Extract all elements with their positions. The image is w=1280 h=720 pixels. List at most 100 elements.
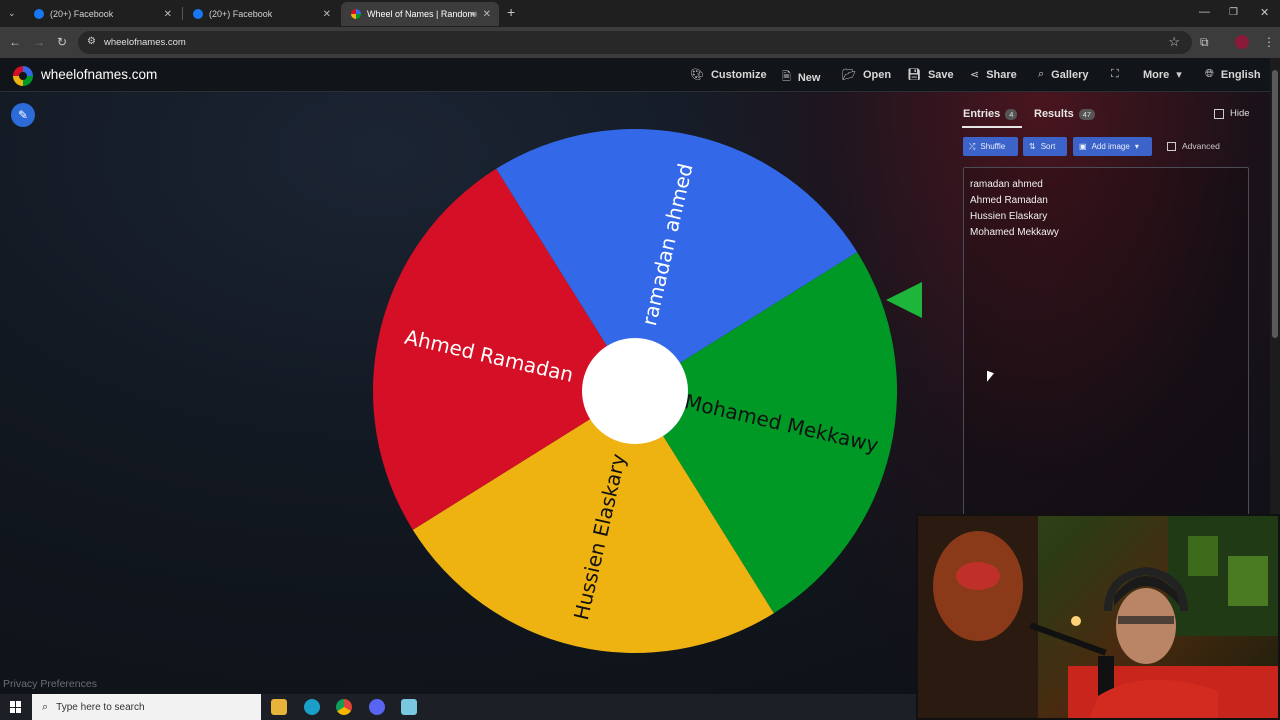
close-icon[interactable]: ✕	[164, 9, 172, 20]
windows-taskbar: ⌕ Type here to search	[0, 694, 916, 720]
back-icon[interactable]: ←	[9, 35, 21, 49]
tab-title: (20+) Facebook	[50, 9, 114, 19]
results-count-badge: 47	[1078, 108, 1096, 120]
tab-wheel-of-names[interactable]: Wheel of Names | Random 🔊︎ ✕	[341, 2, 499, 26]
tab-search-icon[interactable]: ⌄	[8, 6, 16, 20]
browser-tab-strip: ⌄ (20+) Facebook ✕ (20+) Facebook ✕ Whee…	[0, 0, 1280, 27]
customize-button[interactable]: 🎨︎ Customize	[690, 68, 767, 82]
site-brand[interactable]: wheelofnames.com	[41, 67, 157, 82]
facebook-icon	[34, 9, 44, 19]
tab-results[interactable]: Results 47	[1034, 108, 1096, 120]
wheel-pointer-icon	[886, 282, 922, 318]
new-tab-icon[interactable]: +	[507, 5, 515, 19]
save-icon: 💾︎	[907, 69, 921, 81]
facebook-icon	[193, 9, 203, 19]
open-button[interactable]: 📂︎ Open	[842, 68, 891, 82]
discord-icon[interactable]	[369, 699, 385, 715]
globe-icon: 🌐︎	[1205, 68, 1214, 80]
chrome-icon[interactable]	[336, 699, 352, 715]
extensions-icon[interactable]: ⧉	[1200, 35, 1209, 49]
search-icon: ⌕	[1038, 68, 1045, 80]
shuffle-icon: ⤮	[969, 141, 976, 151]
language-label: English	[1220, 68, 1261, 81]
site-info-icon[interactable]: ⚙	[87, 36, 96, 47]
bookmark-star-icon[interactable]: ☆	[1168, 34, 1180, 50]
share-icon: ⋖	[970, 69, 980, 81]
tab-title: Wheel of Names | Random	[367, 9, 475, 19]
active-tab-indicator	[962, 126, 1022, 128]
gallery-button[interactable]: ⌕ Gallery	[1038, 68, 1088, 81]
search-icon: ⌕	[42, 700, 49, 713]
sort-icon: ⇅	[1029, 142, 1036, 151]
results-tab-label: Results	[1034, 108, 1074, 120]
url-text: wheelofnames.com	[104, 37, 186, 48]
mouse-cursor-icon	[987, 370, 994, 385]
entries-tab-label: Entries	[963, 108, 1001, 120]
entries-count-badge: 4	[1005, 108, 1018, 120]
streamer-webcam-image	[918, 516, 1278, 718]
share-button[interactable]: ⋖ Share	[970, 68, 1017, 82]
reload-icon[interactable]: ↻	[57, 35, 67, 49]
fullscreen-button[interactable]: ⛶	[1111, 68, 1119, 81]
language-button[interactable]: 🌐︎ English	[1205, 68, 1261, 81]
site-header: wheelofnames.com 🎨︎ Customize 🗎 New 📂︎ Open…	[0, 58, 1270, 92]
fullscreen-icon: ⛶	[1111, 68, 1119, 80]
gallery-label: Gallery	[1051, 68, 1089, 81]
privacy-preferences-link[interactable]: Privacy Preferences	[3, 678, 97, 690]
sort-label: Sort	[1040, 142, 1056, 151]
tab-facebook-2[interactable]: (20+) Facebook ✕	[183, 2, 339, 26]
hide-checkbox[interactable]: Hide	[1214, 108, 1250, 119]
restore-icon[interactable]: ❐	[1229, 6, 1238, 20]
taskbar-search-box[interactable]: ⌕ Type here to search	[32, 694, 261, 720]
tab-title: (20+) Facebook	[209, 9, 273, 19]
palette-icon: 🎨︎	[690, 69, 704, 81]
more-label: More	[1143, 68, 1170, 81]
app-icon[interactable]	[401, 699, 417, 715]
advanced-label: Advanced	[1182, 141, 1220, 151]
checkbox-icon[interactable]	[1214, 108, 1224, 119]
close-icon[interactable]: ✕	[323, 9, 331, 20]
speaker-icon[interactable]: 🔊︎	[471, 9, 477, 20]
entry-line: Ahmed Ramadan	[970, 195, 1048, 206]
add-image-label: Add image	[1091, 142, 1130, 151]
edge-icon[interactable]	[304, 699, 320, 715]
spin-wheel[interactable]: ramadan ahmedMohamed MekkawyHussien Elas…	[370, 126, 900, 656]
window-close-icon[interactable]: ✕	[1260, 6, 1269, 20]
webcam-overlay	[916, 514, 1280, 720]
chevron-down-icon: ▾	[1134, 142, 1139, 151]
close-icon[interactable]: ✕	[483, 9, 491, 20]
share-label: Share	[986, 68, 1017, 81]
minimize-icon[interactable]: —	[1199, 5, 1210, 19]
wheel-center-hub[interactable]	[582, 338, 688, 444]
profile-avatar[interactable]	[1235, 35, 1249, 49]
tab-facebook-1[interactable]: (20+) Facebook ✕	[24, 2, 180, 26]
add-image-button[interactable]: ▣ Add image ▾	[1073, 137, 1152, 156]
wheel-favicon-icon	[351, 9, 361, 19]
customize-label: Customize	[710, 68, 767, 81]
windows-start-icon[interactable]	[10, 701, 22, 713]
shuffle-label: Shuffle	[980, 142, 1006, 151]
entry-line: ramadan ahmed	[970, 179, 1043, 190]
tab-entries[interactable]: Entries 4	[963, 108, 1018, 120]
scrollbar-thumb[interactable]	[1272, 70, 1278, 338]
hide-label: Hide	[1230, 108, 1250, 119]
advanced-checkbox[interactable]: Advanced	[1167, 141, 1220, 151]
shuffle-button[interactable]: ⤮ Shuffle	[963, 137, 1018, 156]
entry-line: Hussien Elaskary	[970, 211, 1048, 222]
taskbar-search-placeholder: Type here to search	[56, 701, 145, 713]
menu-kebab-icon[interactable]: ⋮	[1263, 35, 1275, 49]
image-icon: ▣	[1079, 142, 1087, 151]
edit-pencil-icon[interactable]: ✎	[11, 103, 35, 127]
chevron-down-icon: ▾	[1176, 69, 1182, 81]
sort-button[interactable]: ⇅ Sort	[1023, 137, 1067, 156]
new-button[interactable]: 🗎 New	[782, 68, 820, 87]
file-explorer-icon[interactable]	[271, 699, 287, 715]
forward-icon[interactable]: →	[33, 35, 45, 49]
wheel-logo-icon[interactable]	[13, 66, 33, 86]
checkbox-icon[interactable]	[1167, 141, 1176, 151]
more-button[interactable]: More ▾	[1143, 68, 1182, 82]
folder-icon: 📂︎	[842, 69, 856, 81]
address-bar[interactable]: ⚙ wheelofnames.com ☆	[78, 31, 1192, 54]
save-button[interactable]: 💾︎ Save	[907, 68, 954, 82]
browser-toolbar: ← → ↻ ⚙ wheelofnames.com ☆ ⧉ ⋮	[0, 27, 1280, 58]
